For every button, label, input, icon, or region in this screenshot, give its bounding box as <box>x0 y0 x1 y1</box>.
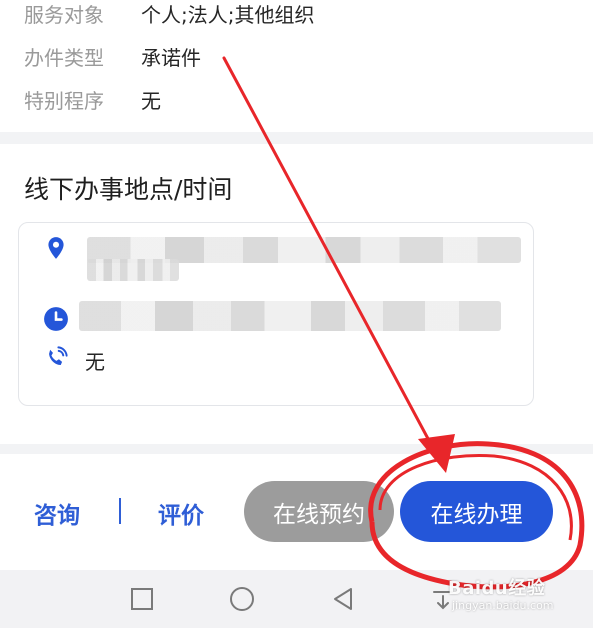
home-circle-icon[interactable] <box>227 584 257 614</box>
online-apply-label: 在线办理 <box>430 501 523 528</box>
detail-label: 特别程序 <box>24 88 104 113</box>
action-bar: 咨询 评价 在线预约 在线办理 <box>0 454 593 570</box>
watermark: Baidu经验 jingyan.baidu.com <box>448 574 554 612</box>
section-divider <box>0 132 593 144</box>
detail-value: 承诺件 <box>141 45 201 70</box>
location-card: 无 <box>18 222 534 406</box>
clock-icon <box>44 307 68 331</box>
section-divider <box>0 444 593 454</box>
detail-label: 办件类型 <box>24 45 104 70</box>
action-separator <box>119 498 121 524</box>
online-reserve-label: 在线预约 <box>273 501 365 528</box>
review-button[interactable]: 评价 <box>158 496 204 530</box>
consult-button[interactable]: 咨询 <box>34 496 80 530</box>
online-apply-button[interactable]: 在线办理 <box>400 481 553 542</box>
detail-row-service-target: 服务对象 个人;法人;其他组织 <box>24 0 314 28</box>
offline-location-section: 线下办事地点/时间 无 <box>0 144 593 444</box>
phone-value: 无 <box>85 350 105 374</box>
watermark-url: jingyan.baidu.com <box>452 599 554 612</box>
watermark-brand: Baidu经验 <box>448 578 546 599</box>
back-triangle-icon[interactable] <box>328 584 358 614</box>
detail-value: 无 <box>141 88 161 113</box>
redacted-address-line2 <box>87 259 179 281</box>
section-title: 线下办事地点/时间 <box>24 175 233 204</box>
service-details-section: 服务对象 个人;法人;其他组织 办件类型 承诺件 特别程序 无 <box>0 0 593 132</box>
detail-label: 服务对象 <box>24 2 104 27</box>
recent-apps-square-icon[interactable] <box>127 584 157 614</box>
redacted-hours <box>79 301 501 331</box>
location-pin-icon <box>48 237 64 259</box>
phone-icon <box>49 346 68 365</box>
online-reserve-button[interactable]: 在线预约 <box>244 481 394 542</box>
detail-row-special-procedure: 特别程序 无 <box>24 84 161 114</box>
detail-row-case-type: 办件类型 承诺件 <box>24 41 201 71</box>
detail-value: 个人;法人;其他组织 <box>141 2 315 27</box>
